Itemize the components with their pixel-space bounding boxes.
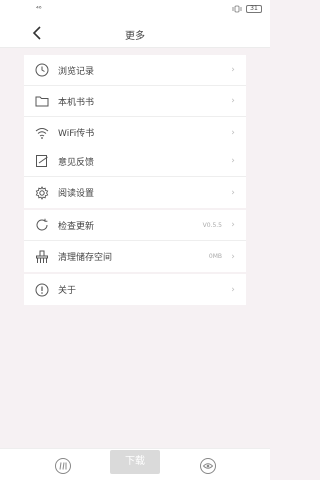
folder-icon — [34, 93, 50, 109]
chevron-right-icon: › — [231, 96, 235, 106]
refresh-icon — [34, 217, 50, 233]
chevron-right-icon: › — [231, 187, 235, 198]
row-label: 意见反馈 — [58, 157, 95, 168]
feedback-icon — [34, 153, 50, 169]
header: 更多 — [0, 18, 270, 48]
clear-storage-row[interactable]: 清理储存空间 0MB › — [24, 241, 246, 272]
chevron-right-icon: › — [231, 220, 235, 230]
check-update-row[interactable]: 检查更新 V0.5.5 › — [24, 210, 246, 241]
wifi-icon — [34, 125, 50, 141]
chevron-right-icon: › — [231, 127, 235, 138]
row-label: 浏览记录 — [58, 66, 95, 77]
info-icon — [34, 282, 50, 298]
clock-icon — [34, 62, 50, 78]
settings-group-app: 意见反馈 › 阅读设置 › — [24, 146, 246, 208]
local-books-row[interactable]: 本机书书 › — [24, 86, 246, 117]
feedback-row[interactable]: 意见反馈 › — [24, 146, 246, 177]
row-label: 关于 — [58, 286, 77, 296]
row-label: 本机书书 — [58, 97, 95, 108]
row-label: 检查更新 — [58, 221, 95, 232]
broom-icon — [34, 249, 50, 265]
bookshelf-icon[interactable] — [54, 457, 72, 475]
storage-value: 0MB — [208, 253, 222, 260]
wifi-transfer-row[interactable]: WiFi传书 › — [24, 117, 246, 148]
chevron-right-icon: › — [231, 65, 235, 75]
status-bar: ⁴⁶ 31 — [0, 0, 270, 18]
browse-history-row[interactable]: 浏览记录 › — [24, 55, 246, 86]
about-row[interactable]: 关于 › — [24, 274, 246, 305]
chevron-right-icon: › — [231, 251, 235, 262]
settings-group-system: 检查更新 V0.5.5 › 清理储存空间 0MB › — [24, 210, 246, 272]
gear-icon — [34, 185, 50, 201]
row-label: 阅读设置 — [58, 189, 95, 199]
chevron-right-icon: › — [231, 284, 235, 295]
page-title: 更多 — [125, 31, 145, 42]
version-value: V0.5.5 — [202, 221, 222, 229]
row-label: 清理储存空间 — [58, 253, 113, 263]
row-label: WiFi传书 — [58, 129, 95, 139]
settings-group-reading: 浏览记录 › 本机书书 › WiFi传书 › — [24, 55, 246, 148]
download-button[interactable]: 下载 — [110, 450, 160, 474]
reading-settings-row[interactable]: 阅读设置 › — [24, 177, 246, 208]
settings-group-about: 关于 › — [24, 274, 246, 305]
chevron-right-icon: › — [231, 156, 235, 166]
signal-indicator: ⁴⁶ — [36, 5, 42, 13]
discover-icon[interactable] — [199, 457, 217, 475]
battery-indicator: 31 — [246, 5, 262, 13]
vibrate-icon — [232, 5, 242, 13]
